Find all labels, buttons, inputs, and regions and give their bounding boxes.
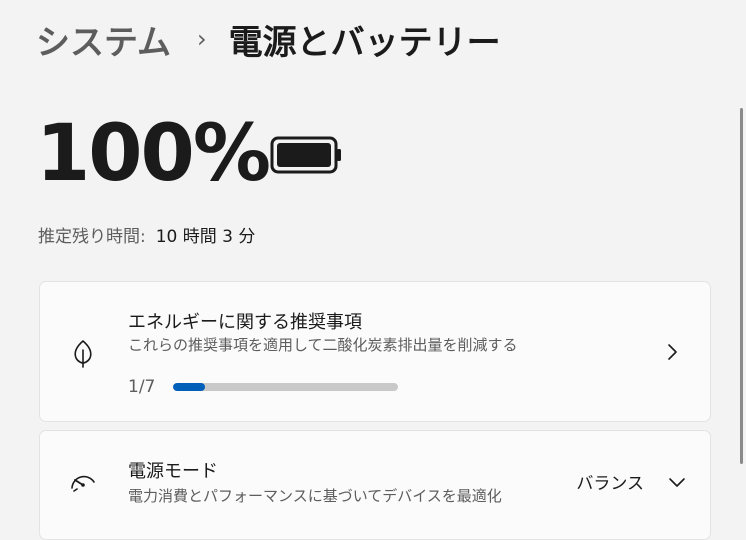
- breadcrumb: システム › 電源とバッテリー: [36, 14, 501, 64]
- leaf-icon: [74, 340, 92, 368]
- chevron-right-icon[interactable]: [664, 342, 680, 362]
- page-title: 電源とバッテリー: [228, 22, 501, 63]
- battery-percentage: 100%: [36, 109, 271, 199]
- power-mode-title: 電源モード: [128, 461, 218, 482]
- estimated-time-value: 10 時間 3 分: [155, 227, 256, 247]
- estimated-time-row: 推定残り時間: 10 時間 3 分: [38, 222, 255, 247]
- power-mode-dropdown[interactable]: バランス: [576, 469, 686, 494]
- power-mode-subtitle: 電力消費とパフォーマンスに基づいてデバイスを最適化: [128, 487, 502, 505]
- breadcrumb-system-link[interactable]: システム: [36, 15, 171, 64]
- recommendations-progress-fill: [173, 383, 206, 391]
- power-mode-selected-value: バランス: [576, 474, 644, 494]
- estimated-time-label: 推定残り時間:: [38, 227, 146, 247]
- chevron-down-icon: [669, 477, 685, 487]
- recommendations-progress-count: 1/7: [128, 377, 156, 397]
- power-mode-card: 電源モード 電力消費とパフォーマンスに基づいてデバイスを最適化 バランス: [39, 430, 711, 540]
- speedometer-icon: [71, 475, 95, 492]
- breadcrumb-separator-icon: ›: [196, 25, 207, 53]
- energy-recommendations-card[interactable]: エネルギーに関する推奨事項 これらの推奨事項を適用して二酸化炭素排出量を削減する…: [39, 281, 711, 422]
- energy-recommendations-title: エネルギーに関する推奨事項: [128, 312, 362, 333]
- battery-full-icon: [270, 136, 341, 174]
- recommendations-progress-bar: [173, 383, 398, 391]
- energy-recommendations-subtitle: これらの推奨事項を適用して二酸化炭素排出量を削減する: [128, 336, 518, 354]
- scrollbar[interactable]: [740, 108, 743, 464]
